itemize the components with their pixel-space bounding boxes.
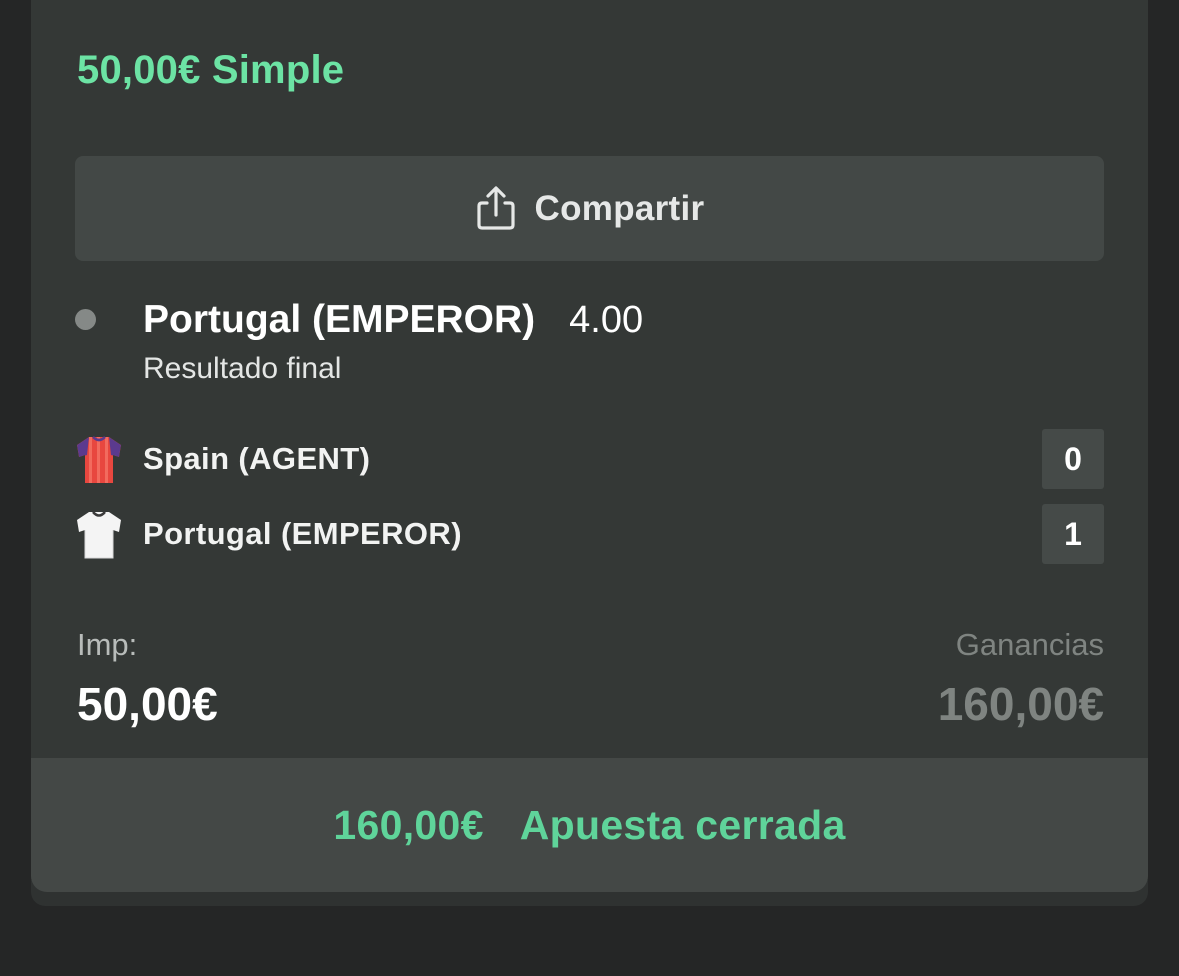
score-home: 0 bbox=[1042, 429, 1104, 489]
share-button[interactable]: Compartir bbox=[75, 156, 1104, 261]
team-row-away: Portugal (EMPEROR) 1 bbox=[75, 504, 1104, 564]
team-name-home: Spain (AGENT) bbox=[143, 441, 371, 476]
bet-card: 50,00€ Simple Compartir Portugal (EMPERO… bbox=[31, 0, 1148, 892]
stake-value: 50,00€ bbox=[77, 678, 218, 730]
bet-header: 50,00€ Simple bbox=[77, 48, 345, 92]
team-row-home: Spain (AGENT) 0 bbox=[75, 429, 1104, 489]
market-name: Resultado final bbox=[143, 352, 342, 385]
bet-result-footer: 160,00€ Apuesta cerrada bbox=[31, 758, 1148, 892]
result-status: Apuesta cerrada bbox=[519, 801, 846, 848]
winnings-value: 160,00€ bbox=[937, 678, 1104, 730]
share-icon bbox=[476, 185, 515, 230]
share-button-label: Compartir bbox=[534, 188, 705, 228]
score-away: 1 bbox=[1042, 504, 1104, 564]
team-name-away: Portugal (EMPEROR) bbox=[143, 516, 462, 551]
white-shirt-icon bbox=[77, 511, 121, 559]
winnings-label: Ganancias bbox=[955, 627, 1104, 662]
stake-label: Imp: bbox=[77, 627, 138, 662]
red-shirt-icon bbox=[77, 436, 121, 483]
selection-status-dot bbox=[75, 309, 96, 330]
selection-odds: 4.00 bbox=[569, 299, 644, 341]
selection-name: Portugal (EMPEROR) bbox=[143, 298, 536, 341]
selection-line: Portugal (EMPEROR) 4.00 bbox=[143, 298, 643, 342]
result-amount: 160,00€ bbox=[333, 801, 484, 848]
